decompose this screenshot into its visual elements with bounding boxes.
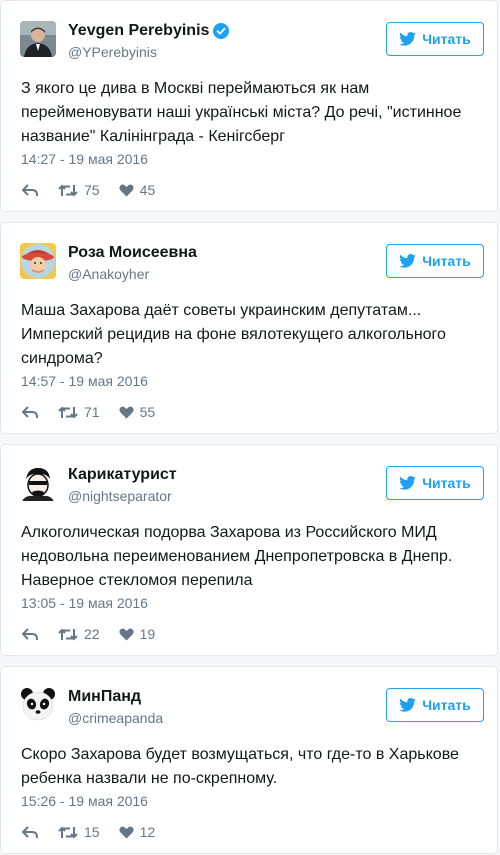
author-name[interactable]: МинПанд <box>68 688 141 706</box>
tweet-card: Yevgen Perebyinis @YPerebyinis Читать З … <box>0 0 498 212</box>
reply-button[interactable] <box>22 183 39 197</box>
tweet-text: Скоро Захарова будет возмущаться, что гд… <box>21 746 459 787</box>
tweet-actions: 71 55 <box>22 404 155 420</box>
retweet-button[interactable]: 71 <box>58 404 100 420</box>
like-count: 19 <box>139 626 156 642</box>
reply-button[interactable] <box>22 825 39 839</box>
tweet-feed: Yevgen Perebyinis @YPerebyinis Читать З … <box>0 0 500 855</box>
follow-button[interactable]: Читать <box>386 22 484 56</box>
retweet-button[interactable]: 22 <box>58 626 100 642</box>
heart-icon <box>118 628 134 640</box>
woman-with-hat-avatar[interactable] <box>20 243 56 279</box>
twitter-bird-icon <box>399 476 417 490</box>
tweet-actions: 15 12 <box>22 824 155 840</box>
reply-icon <box>22 405 38 418</box>
author-handle[interactable]: @YPerebyinis <box>68 44 157 60</box>
like-button[interactable]: 45 <box>118 182 156 198</box>
heart-icon <box>118 184 134 196</box>
like-button[interactable]: 55 <box>118 404 156 420</box>
tweet-timestamp[interactable]: 13:05 - 19 мая 2016 <box>21 595 148 611</box>
tweet-text: Алкоголическая подорва Захарова из Росси… <box>21 524 453 589</box>
reply-icon <box>22 825 38 838</box>
like-count: 45 <box>139 182 156 198</box>
like-button[interactable]: 12 <box>118 824 156 840</box>
follow-label: Читать <box>422 31 471 47</box>
tweet-card: Карикатурист @nightseparator Читать Алко… <box>0 444 498 656</box>
author-name[interactable]: Yevgen Perebyinis <box>68 22 209 40</box>
tweet-actions: 75 45 <box>22 182 155 198</box>
retweet-count: 22 <box>84 626 100 642</box>
tweet-card: МинПанд @crimeapanda Читать Скоро Захаро… <box>0 666 498 854</box>
verified-badge-icon <box>213 23 230 39</box>
man-in-suit-avatar[interactable] <box>20 21 56 57</box>
tweet-timestamp[interactable]: 15:26 - 19 мая 2016 <box>21 793 148 809</box>
reply-button[interactable] <box>22 627 39 641</box>
retweet-count: 71 <box>84 404 100 420</box>
follow-label: Читать <box>422 253 471 269</box>
tweet-text: З якого це дива в Москві переймаються як… <box>21 80 462 145</box>
author-name[interactable]: Роза Моисеевна <box>68 244 197 262</box>
author-name[interactable]: Карикатурист <box>68 466 177 484</box>
follow-button[interactable]: Читать <box>386 466 484 500</box>
retweet-icon <box>58 826 78 838</box>
retweet-count: 75 <box>84 182 100 198</box>
follow-label: Читать <box>422 697 471 713</box>
like-count: 55 <box>139 404 156 420</box>
author-handle[interactable]: @nightseparator <box>68 488 172 504</box>
twitter-bird-icon <box>399 254 417 268</box>
follow-button[interactable]: Читать <box>386 244 484 278</box>
retweet-button[interactable]: 15 <box>58 824 100 840</box>
like-count: 12 <box>139 824 156 840</box>
tweet-timestamp[interactable]: 14:57 - 19 мая 2016 <box>21 373 148 389</box>
retweet-button[interactable]: 75 <box>58 182 100 198</box>
reply-icon <box>22 183 38 196</box>
tweet-timestamp[interactable]: 14:27 - 19 мая 2016 <box>21 151 148 167</box>
cartoon-face-avatar[interactable] <box>20 465 56 501</box>
like-button[interactable]: 19 <box>118 626 156 642</box>
heart-icon <box>118 826 134 838</box>
follow-button[interactable]: Читать <box>386 688 484 722</box>
twitter-bird-icon <box>399 698 417 712</box>
follow-label: Читать <box>422 475 471 491</box>
retweet-icon <box>58 184 78 196</box>
tweet-actions: 22 19 <box>22 626 155 642</box>
retweet-icon <box>58 406 78 418</box>
retweet-count: 15 <box>84 824 100 840</box>
reply-icon <box>22 627 38 640</box>
tweet-text: Маша Захарова даёт советы украинским деп… <box>21 302 446 367</box>
author-handle[interactable]: @Anakoyher <box>68 266 149 282</box>
author-handle[interactable]: @crimeapanda <box>68 710 163 726</box>
reply-button[interactable] <box>22 405 39 419</box>
heart-icon <box>118 406 134 418</box>
twitter-bird-icon <box>399 32 417 46</box>
retweet-icon <box>58 628 78 640</box>
tweet-card: Роза Моисеевна @Anakoyher Читать Маша За… <box>0 222 498 434</box>
panda-avatar[interactable] <box>20 687 56 723</box>
